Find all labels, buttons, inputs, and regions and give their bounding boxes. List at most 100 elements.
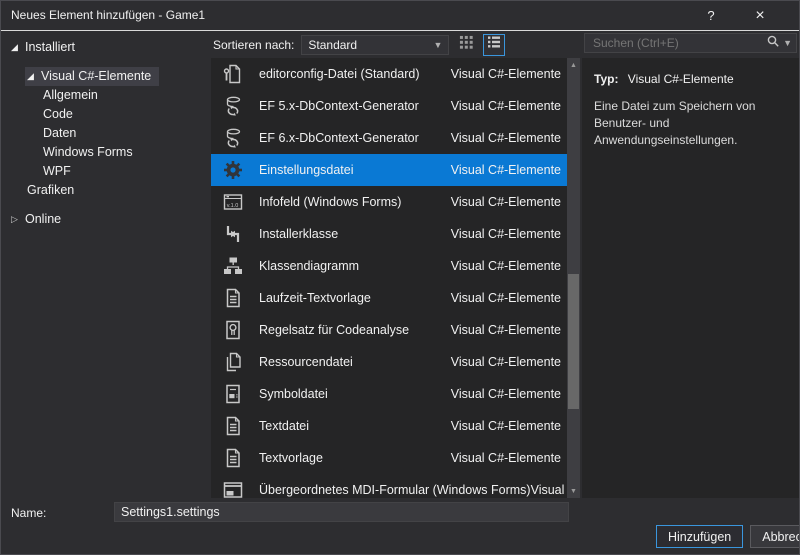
text-document-icon <box>221 447 245 469</box>
sidebar-item-label: Windows Forms <box>43 145 133 159</box>
class-diagram-icon <box>221 255 245 277</box>
text-document-icon <box>221 287 245 309</box>
list-item[interactable]: Symboldatei Visual C#-Elemente <box>211 378 567 410</box>
small-icons-view-button[interactable] <box>456 35 476 55</box>
search-options-chevron-icon[interactable]: ▼ <box>783 38 792 48</box>
installer-arrows-icon <box>221 223 245 245</box>
list-item[interactable]: Einstellungsdatei Visual C#-Elemente <box>211 154 567 186</box>
help-button[interactable]: ? <box>693 1 729 30</box>
svg-text:v.1.0: v.1.0 <box>227 203 239 209</box>
list-item-category: Visual C#-Elemente <box>451 419 561 433</box>
list-item[interactable]: Regelsatz für Codeanalyse Visual C#-Eleme… <box>211 314 567 346</box>
list-item-label: Textdatei <box>259 419 309 433</box>
chevron-collapsed-icon[interactable]: ▷ <box>11 211 25 227</box>
list-item-category: Visual C#-Elemente <box>451 323 561 337</box>
sidebar-item-label: Daten <box>43 126 76 140</box>
list-item-category: Visual C#-Elemente <box>451 227 561 241</box>
close-button[interactable]: × <box>739 1 781 30</box>
type-label: Typ: <box>594 72 618 86</box>
sidebar-item-installiert[interactable]: ◢Installiert <box>1 38 209 57</box>
sidebar-item-wpf[interactable]: WPF <box>1 162 209 181</box>
list-item-category: Visual C#-Elemente <box>451 99 561 113</box>
list-item-label: Ressourcendatei <box>259 355 353 369</box>
chevron-expanded-icon[interactable]: ◢ <box>11 39 25 55</box>
list-item[interactable]: Textdatei Visual C#-Elemente <box>211 410 567 442</box>
list-view-button[interactable] <box>483 34 505 56</box>
list-item-label: EF 6.x-DbContext-Generator <box>259 131 419 145</box>
search-box: ▼ <box>584 33 797 53</box>
sidebar-item-code[interactable]: Code <box>1 105 209 124</box>
list-item-label: Klassendiagramm <box>259 259 359 273</box>
cancel-button[interactable]: Abbrechen <box>750 525 800 548</box>
dialog-title: Neues Element hinzufügen - Game1 <box>11 1 205 30</box>
sidebar-item-grafiken[interactable]: Grafiken <box>1 181 209 200</box>
dialog-buttons: Hinzufügen Abbrechen <box>656 525 800 548</box>
list-item[interactable]: editorconfig-Datei (Standard)Visual C#-E… <box>211 58 567 90</box>
search-input[interactable] <box>591 35 766 51</box>
db-generator-icon <box>221 127 245 149</box>
sidebar-item-label: Online <box>25 212 61 226</box>
list-item[interactable]: Ressourcendatei Visual C#-Elemente <box>211 346 567 378</box>
search-icon[interactable] <box>766 34 780 53</box>
sidebar-item-daten[interactable]: Daten <box>1 124 209 143</box>
category-tree: ◢Installiert◢Visual C#-ElementeAllgemein… <box>1 32 209 498</box>
editorconfig-file-icon <box>221 63 245 85</box>
list-item-category: Visual C#-Elemente <box>451 259 561 273</box>
list-item[interactable]: v.1.0 Infofeld (Windows Forms) Visual C#-E… <box>211 186 567 218</box>
list-item-category: Visual C#-Elemente <box>451 67 561 81</box>
add-button[interactable]: Hinzufügen <box>656 525 743 548</box>
details-panel: Typ: Visual C#-Elemente Eine Datei zum S… <box>582 58 800 498</box>
scroll-up-icon[interactable]: ▲ <box>567 58 580 72</box>
ruleset-badge-icon <box>221 319 245 341</box>
grid-view-icon <box>459 35 474 55</box>
list-item[interactable]: Installerklasse Visual C#-Elemente <box>211 218 567 250</box>
template-description: Eine Datei zum Speichern von Benutzer- u… <box>594 98 794 148</box>
list-item-label: EF 5.x-DbContext-Generator <box>259 99 419 113</box>
list-item-category: Visual C#-Elemente <box>451 451 561 465</box>
list-item-category: Visual C#-Elemente <box>451 387 561 401</box>
close-icon: × <box>755 7 764 25</box>
list-item-category: Visual C#-Elemente <box>531 483 567 497</box>
list-item[interactable]: Laufzeit-TextvorlageVisual C#-Elemente <box>211 282 567 314</box>
list-item-label: Einstellungsdatei <box>259 163 354 177</box>
scrollbar-thumb[interactable] <box>568 274 579 409</box>
chevron-down-icon: ▼ <box>433 40 442 50</box>
type-value: Visual C#-Elemente <box>628 72 734 86</box>
gear-icon <box>221 159 245 181</box>
title-bar: Neues Element hinzufügen - Game1 ? × <box>1 1 799 31</box>
name-input[interactable] <box>114 502 569 522</box>
chevron-expanded-icon[interactable]: ◢ <box>27 68 41 84</box>
scroll-down-icon[interactable]: ▼ <box>567 484 580 498</box>
sidebar-item-online[interactable]: ▷Online <box>1 210 209 229</box>
image-document-icon <box>221 383 245 405</box>
list-item-label: Symboldatei <box>259 387 328 401</box>
sidebar-item-visual-c-elemente[interactable]: ◢Visual C#-Elemente <box>1 67 209 86</box>
list-item[interactable]: EF 5.x-DbContext-Generator Visual C#-Elem… <box>211 90 567 122</box>
help-icon: ? <box>707 8 714 23</box>
list-scrollbar[interactable]: ▲ ▼ <box>567 58 580 498</box>
sort-dropdown[interactable]: Standard ▼ <box>301 35 449 55</box>
sort-dropdown-value: Standard <box>308 38 357 52</box>
list-item-category: Visual C#-Elemente <box>451 131 561 145</box>
sidebar-item-windows-forms[interactable]: Windows Forms <box>1 143 209 162</box>
list-item-label: Textvorlage <box>259 451 323 465</box>
sidebar-item-label: Code <box>43 107 73 121</box>
sidebar-item-allgemein[interactable]: Allgemein <box>1 86 209 105</box>
sort-bar: Sortieren nach: Standard ▼ <box>213 32 505 57</box>
list-item-label: Regelsatz für Codeanalyse <box>259 323 409 337</box>
sidebar-item-label: Installiert <box>25 40 75 54</box>
list-item[interactable]: Klassendiagramm Visual C#-Elemente <box>211 250 567 282</box>
list-item-category: Visual C#-Elemente <box>451 355 561 369</box>
sidebar-item-label: WPF <box>43 164 71 178</box>
template-list: editorconfig-Datei (Standard)Visual C#-E… <box>211 58 567 498</box>
list-item-label: Installerklasse <box>259 227 338 241</box>
list-item-category: Visual C#-Elemente <box>451 163 561 177</box>
list-item[interactable]: Übergeordnetes MDI-Formular (Windows For… <box>211 474 567 498</box>
sidebar-item-label: Allgemein <box>43 88 98 102</box>
list-item-label: Infofeld (Windows Forms) <box>259 195 401 209</box>
sidebar-item-label: Visual C#-Elemente <box>41 69 151 83</box>
list-item[interactable]: Textvorlage Visual C#-Elemente <box>211 442 567 474</box>
list-item-category: Visual C#-Elemente <box>451 195 561 209</box>
list-item[interactable]: EF 6.x-DbContext-Generator Visual C#-Elem… <box>211 122 567 154</box>
list-item-label: Laufzeit-Textvorlage <box>259 291 371 305</box>
